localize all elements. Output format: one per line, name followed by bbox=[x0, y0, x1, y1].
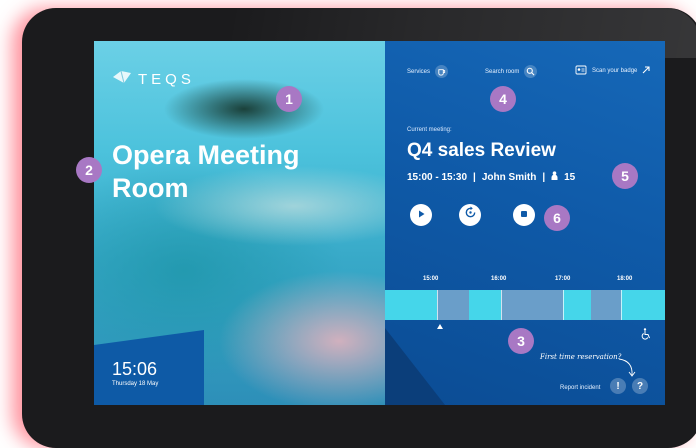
room-availability-timeline[interactable] bbox=[385, 290, 665, 320]
room-name: Opera Meeting Room bbox=[112, 140, 300, 203]
callout-badge-5: 5 bbox=[612, 163, 638, 189]
meeting-details: 15:00 - 15:30 | John Smith | 15 bbox=[407, 171, 575, 183]
attendee-count: 15 bbox=[564, 171, 576, 183]
timeline-slot-free[interactable] bbox=[385, 290, 437, 320]
meeting-organizer: John Smith bbox=[481, 171, 537, 183]
callout-badge-1: 1 bbox=[276, 86, 302, 112]
services-button[interactable]: Services bbox=[407, 65, 449, 78]
search-room-label: Search room bbox=[485, 68, 520, 75]
timeline-tick bbox=[501, 290, 502, 320]
current-meeting-label: Current meeting: bbox=[407, 127, 452, 133]
timeline-current-marker bbox=[437, 324, 443, 329]
play-icon bbox=[416, 206, 426, 224]
badge-scan-icon bbox=[575, 65, 587, 77]
help-button[interactable]: ? bbox=[632, 378, 648, 394]
separator: | bbox=[473, 171, 476, 183]
timeline-hour-label: 17:00 bbox=[555, 276, 571, 282]
timeline-tick bbox=[621, 290, 622, 320]
current-date: Thursday 18 May bbox=[112, 381, 159, 387]
timeline-now-line bbox=[437, 290, 438, 320]
timeline-slot-free[interactable] bbox=[621, 290, 665, 320]
search-room-button[interactable]: Search room bbox=[485, 65, 538, 78]
timeline-slot-free[interactable] bbox=[563, 290, 591, 320]
scan-badge-button[interactable]: Scan your badge bbox=[575, 65, 650, 77]
timeline-tick bbox=[563, 290, 564, 320]
brand-logo: TEQS bbox=[112, 69, 195, 90]
extend-icon bbox=[464, 206, 477, 224]
callout-badge-2: 2 bbox=[76, 157, 102, 183]
meeting-title: Q4 sales Review bbox=[407, 140, 556, 161]
timeline-hour-label: 16:00 bbox=[491, 276, 507, 282]
report-incident-label: Report incident bbox=[560, 385, 601, 391]
search-icon bbox=[524, 65, 538, 78]
report-incident-button[interactable]: ! bbox=[610, 378, 626, 394]
scan-badge-label: Scan your badge bbox=[592, 68, 638, 74]
stop-meeting-button[interactable] bbox=[513, 204, 535, 226]
separator: | bbox=[542, 171, 546, 183]
room-panel: TEQS Opera Meeting Room 15:06 Thursday 1… bbox=[94, 41, 385, 405]
callout-badge-6: 6 bbox=[544, 205, 570, 231]
arrow-up-right-icon bbox=[642, 66, 650, 76]
timeline-hour-label: 18:00 bbox=[617, 276, 633, 282]
accessibility-icon[interactable] bbox=[641, 327, 652, 345]
timeline-hour-labels: 15:00 16:00 17:00 18:00 bbox=[385, 276, 665, 286]
corner-decoration bbox=[385, 328, 445, 405]
meeting-time-range: 15:00 - 15:30 bbox=[407, 171, 468, 183]
services-label: Services bbox=[407, 68, 431, 75]
person-icon bbox=[551, 171, 558, 183]
teqs-logo-icon bbox=[112, 69, 132, 90]
logo-text: TEQS bbox=[138, 71, 195, 88]
coffee-icon bbox=[435, 65, 449, 78]
stop-icon bbox=[519, 206, 529, 224]
callout-badge-3: 3 bbox=[508, 328, 534, 354]
timeline-slot-free[interactable] bbox=[469, 290, 501, 320]
start-meeting-button[interactable] bbox=[410, 204, 432, 226]
current-time: 15:06 bbox=[112, 359, 158, 379]
extend-meeting-button[interactable] bbox=[459, 204, 481, 226]
room-display-screen: TEQS Opera Meeting Room 15:06 Thursday 1… bbox=[94, 41, 665, 405]
callout-badge-4: 4 bbox=[490, 86, 516, 112]
timeline-hour-label: 15:00 bbox=[423, 276, 439, 282]
top-toolbar: Services Search room Scan your badge bbox=[385, 61, 665, 83]
first-time-reservation-link[interactable]: First time reservation? bbox=[540, 353, 621, 361]
